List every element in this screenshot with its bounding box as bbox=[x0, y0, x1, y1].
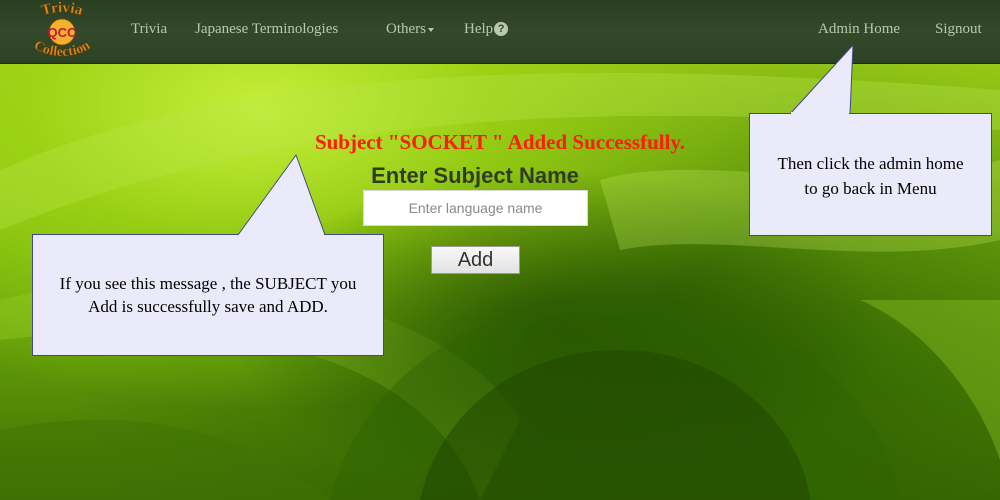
logo-top-text: Trivia bbox=[39, 0, 85, 19]
nav-others-dropdown[interactable]: Others bbox=[386, 21, 434, 38]
callout-left-line2: Add is successfully save and ADD. bbox=[88, 297, 328, 316]
caret-down-icon bbox=[428, 27, 434, 32]
logo-graphic: Trivia Collection QCC bbox=[31, 0, 93, 60]
subject-name-input[interactable] bbox=[363, 190, 588, 226]
nav-help[interactable]: Help? bbox=[464, 21, 509, 38]
add-button[interactable]: Add bbox=[431, 246, 520, 274]
callout-left-line1: If you see this message , the SUBJECT yo… bbox=[59, 274, 357, 293]
nav-japanese-terminologies[interactable]: Japanese Terminologies bbox=[195, 21, 338, 38]
left-pointer-joint bbox=[239, 234, 324, 237]
question-circle-icon: ? bbox=[494, 22, 509, 36]
callout-admin-home-hint: Then click the admin home to go back in … bbox=[749, 113, 992, 236]
svg-text:Trivia: Trivia bbox=[40, 2, 85, 19]
callout-success-explanation: If you see this message , the SUBJECT yo… bbox=[32, 234, 384, 356]
nav-signout[interactable]: Signout bbox=[935, 21, 982, 38]
nav-admin-home[interactable]: Admin Home bbox=[818, 21, 900, 38]
logo-center-text: QCC bbox=[48, 25, 78, 40]
nav-others-label: Others bbox=[386, 21, 426, 37]
right-pointer-joint bbox=[791, 112, 849, 115]
nav-trivia[interactable]: Trivia bbox=[131, 21, 167, 38]
site-logo[interactable]: Trivia Collection QCC bbox=[12, 0, 112, 60]
nav-help-label: Help bbox=[464, 21, 494, 37]
callout-right-line1: Then click the admin home bbox=[777, 154, 964, 173]
callout-right-line2: to go back in Menu bbox=[804, 179, 937, 198]
top-navbar: Trivia Collection QCC Trivia Japanese Te… bbox=[0, 0, 1000, 64]
